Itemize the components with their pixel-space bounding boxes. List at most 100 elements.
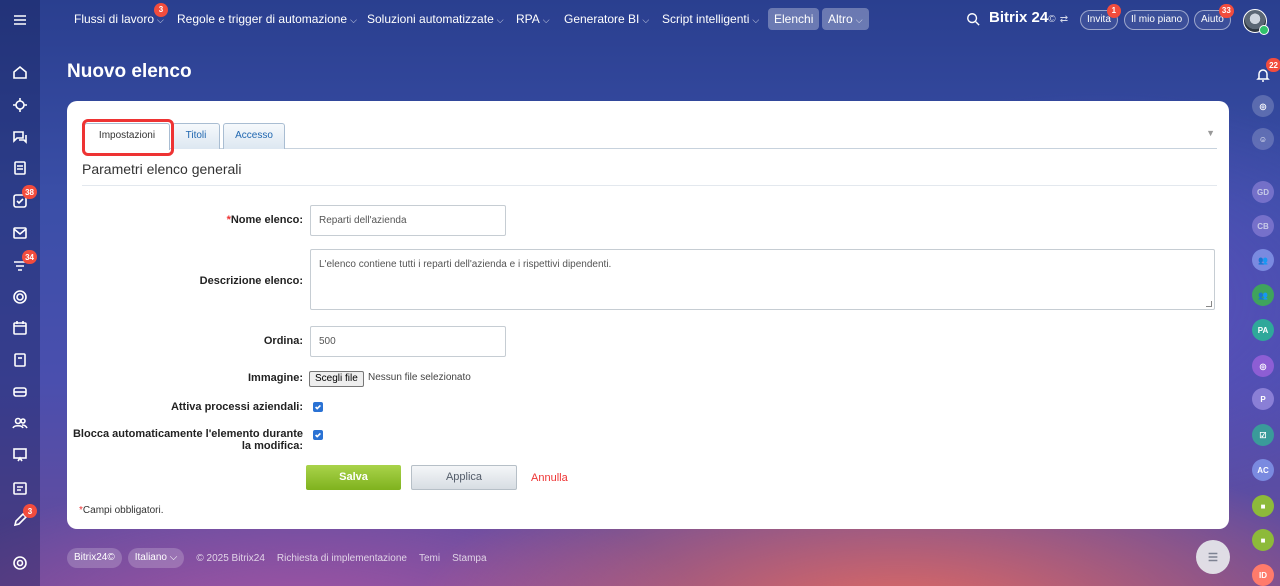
cancel-button[interactable]: Annulla [531,472,568,484]
name-input[interactable]: Reparti dell'azienda [310,205,506,236]
tab-titles[interactable]: Titoli [172,123,220,149]
apply-button[interactable]: Applica [411,465,517,490]
feed-icon[interactable]: 34 [10,250,37,276]
footer-implementation-link[interactable]: Richiesta di implementazione [277,553,407,564]
section-divider [82,185,1217,186]
automation-icon[interactable] [10,95,30,115]
bizproc-checkbox[interactable] [313,402,323,412]
calendar-icon[interactable] [10,318,30,338]
drive-icon[interactable] [10,350,30,370]
nav-bi-builder[interactable]: Generatore BI ⌵ [564,8,649,30]
description-value: L'elenco contiene tutti i reparti dell'a… [319,259,612,270]
video-call-icon[interactable]: ■ [1252,529,1274,551]
checkmark-icon [315,432,321,438]
nav-workflows[interactable]: Flussi di lavoro ⌵ 3 [74,3,168,30]
save-button[interactable]: Salva [306,465,401,490]
nav-bi-builder-label: Generatore BI [564,12,640,26]
nav-rpa[interactable]: RPA ⌵ [516,8,550,30]
nav-lists[interactable]: Elenchi [768,8,820,30]
brand-suffix: © [1048,14,1056,25]
required-note: *Campi obbligatori. [79,505,164,516]
chevron-down-icon: ⌵ [855,15,863,25]
tab-bar: Impostazioni Titoli Accesso [82,123,1217,150]
choose-file-button[interactable]: Scegli file [309,371,364,387]
user-avatar[interactable] [1243,9,1269,35]
form-card: Impostazioni Titoli Accesso ▼ Parametri … [67,101,1229,529]
contact-avatar[interactable]: GD [1252,181,1274,203]
nav-workflows-badge: 3 [154,3,168,17]
tab-access[interactable]: Accesso [223,123,285,149]
chat-icon[interactable] [10,127,30,147]
contact-avatar[interactable]: ID [1252,564,1274,586]
contact-avatar[interactable]: CB [1252,215,1274,237]
contact-avatar[interactable]: PA [1252,319,1274,341]
lock-label-line1: Blocca automaticamente l'elemento durant… [72,428,303,440]
bizproc-label: Attiva processi aziendali: [170,401,303,413]
name-label-text: Nome elenco: [230,214,303,226]
invite-button[interactable]: Invita 1 [1080,4,1121,30]
schedule-icon[interactable] [10,478,30,498]
nav-automation-rules-label: Regole e trigger di automazione [177,12,348,26]
right-sidebar: 22 ◎ ☺ GD CB 👥 👥 PA ◎ P ☑ AC ■ ■ ID [1240,40,1280,586]
page-title: Nuovo elenco [67,61,192,82]
language-selector[interactable]: Italiano ⌵ [127,548,185,568]
group-chat-icon[interactable]: 👥 [1252,284,1274,306]
resize-handle-icon[interactable] [1206,301,1212,307]
footer-print-link[interactable]: Stampa [452,553,486,564]
chevron-down-icon: ⌵ [496,15,504,25]
nav-automation-rules[interactable]: Regole e trigger di automazione ⌵ [177,8,357,30]
section-title: Parametri elenco generali [82,161,242,177]
notifications-badge: 22 [1266,58,1280,72]
lock-checkbox[interactable] [313,430,323,440]
my-plan-button[interactable]: Il mio piano [1124,10,1190,30]
help-badge: 33 [1218,4,1234,18]
nav-more[interactable]: Altro ⌵ [822,8,869,30]
collapse-arrow-icon[interactable]: ▼ [1206,128,1215,138]
tab-highlight-frame [82,119,174,156]
nav-smart-scripts[interactable]: Script intelligenti ⌵ [662,8,759,30]
contact-avatar[interactable]: AC [1252,459,1274,481]
tasks-badge: 38 [22,185,37,199]
switch-icon[interactable]: ⇄ [1060,14,1068,25]
documents-icon[interactable] [10,158,30,178]
chevron-down-icon: ⌵ [752,15,760,25]
sort-input[interactable]: 500 [310,326,506,357]
tasks-icon[interactable]: 38 [10,185,37,211]
menu-fab-icon[interactable] [1196,540,1230,574]
footer-copyright: © 2025 Bitrix24 [196,552,265,564]
footer-brand[interactable]: Bitrix24© [67,548,122,568]
nav-rpa-label: RPA [516,12,540,26]
open-chat-icon[interactable]: ☺ [1252,128,1274,150]
presentation-icon[interactable] [10,445,30,465]
feed-badge: 34 [22,250,37,264]
tasks-chat-icon[interactable]: ☑ [1252,424,1274,446]
copilot-icon[interactable]: ◎ [1252,95,1274,117]
invite-badge: 1 [1106,4,1121,18]
brand-logo[interactable]: Bitrix 24© ⇄ [989,9,1068,26]
online-status-icon [1259,25,1269,35]
inbox-icon[interactable] [10,382,30,402]
contacts-icon[interactable] [10,413,30,433]
nav-automated-solutions[interactable]: Soluzioni automatizzate ⌵ [367,8,504,30]
nav-lists-label: Elenchi [774,12,814,26]
invite-label: Invita [1087,14,1111,25]
group-chat-icon[interactable]: 👥 [1252,249,1274,271]
footer-themes-link[interactable]: Temi [419,553,440,564]
contact-avatar[interactable]: P [1252,388,1274,410]
edit-badge: 3 [23,504,37,518]
video-call-icon[interactable]: ■ [1252,495,1274,517]
edit-icon[interactable]: 3 [10,504,37,530]
tab-access-label: Accesso [235,130,273,141]
description-textarea[interactable]: L'elenco contiene tutti i reparti dell'a… [310,249,1215,310]
language-label: Italiano [134,552,167,563]
image-label: Immagine: [247,372,303,384]
home-icon[interactable] [10,62,30,82]
settings-icon[interactable] [10,553,30,573]
mail-icon[interactable] [10,223,30,243]
help-button[interactable]: Aiuto 33 [1194,4,1234,30]
search-icon[interactable] [966,12,980,26]
copilot-chat-icon[interactable]: ◎ [1252,355,1274,377]
menu-icon[interactable] [10,10,30,30]
target-icon[interactable] [10,287,30,307]
notifications-icon[interactable]: 22 [1252,58,1280,86]
